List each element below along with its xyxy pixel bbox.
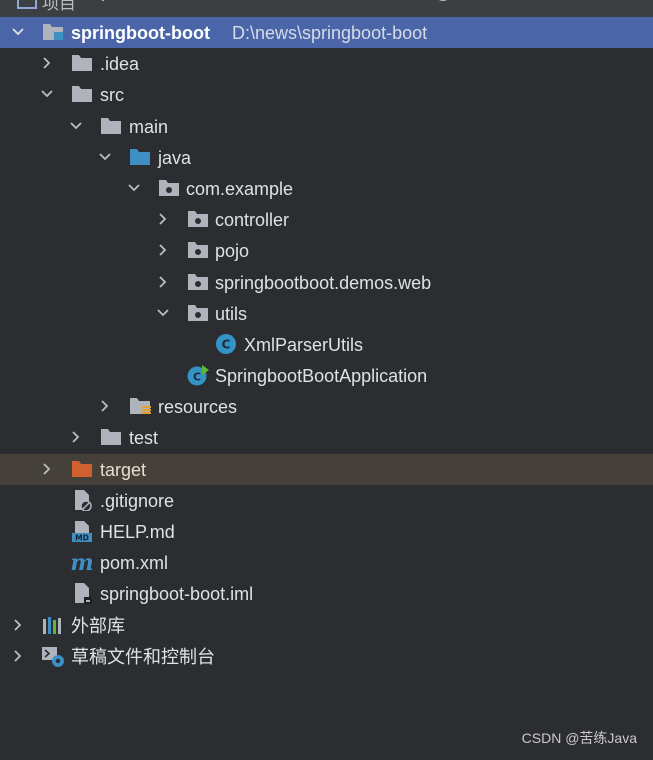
chevron-right-icon[interactable] [40,462,54,476]
tree-item-label: java [158,147,192,168]
tree-item-label: 外部库 [71,615,125,636]
tree-item-label: target [100,459,147,480]
tree-row-scratches[interactable]: 草稿文件和控制台 [0,641,653,672]
tree-row-main[interactable]: main [0,111,653,142]
chevron-down-icon[interactable] [40,87,54,101]
chevron-down-icon[interactable] [69,119,83,133]
project-toolbar: 项目 [0,0,653,17]
tree-item-label: utils [215,303,248,324]
tree-row-utils[interactable]: utils [0,298,653,329]
locate-icon[interactable] [432,0,454,10]
source-folder-icon [130,148,150,165]
svg-text:C: C [193,371,201,384]
tree-item-label: controller [215,210,290,231]
root-path: D:\news\springboot-boot [232,23,428,43]
chevron-right-icon[interactable] [11,618,25,632]
package-icon [188,242,208,259]
folder-icon [72,55,92,72]
tree-row-xmlparserutils[interactable]: C XmlParserUtils [0,329,653,360]
tree-row-root[interactable]: springboot-boot D:\news\springboot-boot [0,17,653,49]
tree-row-demos-web[interactable]: springbootboot.demos.web [0,267,653,298]
folder-icon [101,117,121,134]
gear-icon[interactable] [570,0,592,10]
tree-item-label: test [129,428,159,449]
tree-row-test[interactable]: test [0,422,653,453]
chevron-down-icon[interactable] [92,0,114,10]
tree-item-label: .gitignore [100,490,175,511]
tree-row-target[interactable]: target [0,453,653,485]
svg-text:MD: MD [75,534,89,543]
chevron-down-icon[interactable] [127,181,141,195]
package-icon [188,211,208,228]
project-tree: springboot-boot D:\news\springboot-boot … [0,17,653,672]
module-folder-icon [43,24,63,40]
chevron-down-icon[interactable] [98,150,112,164]
resources-folder-icon [130,398,151,415]
tree-row-application[interactable]: C SpringbootBootApplication [0,360,653,391]
folder-icon [72,86,92,103]
expand-all-icon[interactable] [516,0,538,10]
tree-row-controller[interactable]: controller [0,204,653,235]
tree-row-src[interactable]: src [0,79,653,110]
package-icon [159,179,179,196]
chevron-down-icon[interactable] [156,306,170,320]
spring-boot-class-icon: C [187,365,209,386]
chevron-right-icon[interactable] [156,243,170,257]
tree-row-iml[interactable]: springboot-boot.iml [0,578,653,609]
tree-row-external-libraries[interactable]: 外部库 [0,610,653,641]
library-icon [43,616,61,634]
tree-item-label: HELP.md [100,522,175,542]
tree-item-label: pom.xml [100,553,169,574]
chevron-right-icon[interactable] [40,56,54,70]
project-view-icon[interactable] [16,0,38,10]
maven-icon: m [70,551,93,573]
chevron-right-icon[interactable] [69,430,83,444]
tree-row-idea[interactable]: .idea [0,48,653,79]
ignore-file-icon [75,489,92,511]
tree-item-label: resources [158,397,238,418]
chevron-right-icon[interactable] [11,649,25,663]
java-class-icon: C [216,333,236,354]
chevron-down-icon[interactable] [11,25,25,39]
tree-row-pom-xml[interactable]: m pom.xml [0,547,653,578]
tree-item-label: springbootboot.demos.web [215,272,432,293]
chevron-right-icon[interactable] [156,212,170,226]
folder-icon [101,429,121,446]
tree-item-label: springboot-boot.iml [100,584,254,605]
scratch-console-icon [42,646,64,667]
tree-row-help-md[interactable]: MD HELP.md [0,516,653,547]
svg-text:C: C [222,337,231,351]
watermark: CSDN @苦练Java [521,730,637,746]
package-icon [188,273,208,290]
tree-row-java[interactable]: java [0,142,653,173]
iml-file-icon [75,583,92,605]
tree-item-label: main [129,116,169,137]
tree-row-resources[interactable]: resources [0,391,653,422]
tree-item-label: src [100,85,124,106]
project-panel: 项目 springboot-boot D:\news\springboot-bo… [0,0,653,760]
tree-item-label: .idea [100,54,140,75]
tree-item-label: 草稿文件和控制台 [71,646,215,667]
project-toolbar-title[interactable]: 项目 [42,0,76,14]
chevron-right-icon[interactable] [156,275,170,289]
root-label: springboot-boot [71,23,210,43]
collapse-all-icon[interactable] [474,0,496,10]
tree-row-pojo[interactable]: pojo [0,235,653,266]
chevron-right-icon[interactable] [98,399,112,413]
package-icon [188,304,208,321]
tree-item-label: pojo [215,241,250,262]
tree-row-com-example[interactable]: com.example [0,173,653,204]
markdown-file-icon: MD [72,521,92,543]
tree-item-label: XmlParserUtils [244,334,364,355]
tree-item-label: com.example [186,178,294,199]
tree-row-gitignore[interactable]: .gitignore [0,485,653,516]
tree-item-label: SpringbootBootApplication [215,366,428,387]
svg-text:m: m [70,551,93,573]
excluded-folder-icon [72,460,92,477]
